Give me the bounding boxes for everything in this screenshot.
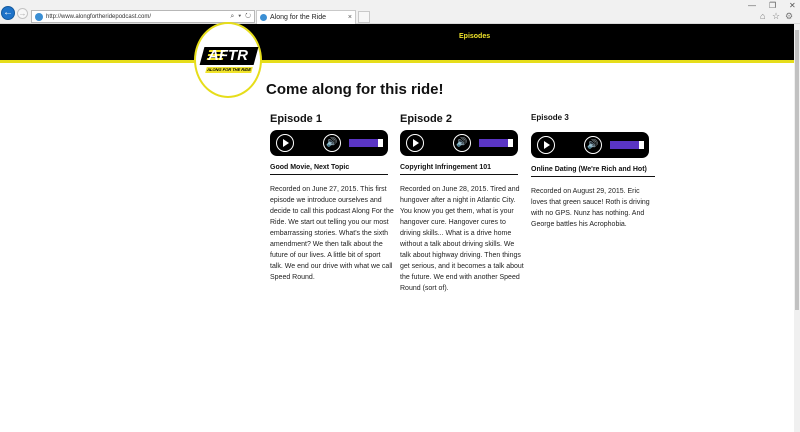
nav-link-episodes[interactable]: Episodes [459,33,490,40]
site-header: Episodes [0,24,794,63]
episode-title: Episode 3 [531,113,569,122]
volume-level [479,139,508,147]
page-title: Come along for this ride! [266,81,444,98]
audio-player: 🔊 [400,130,518,156]
volume-level [610,141,639,149]
site-logo[interactable]: AFTR ALONG FOR THE RIDE [194,22,262,98]
minimize-icon[interactable]: — [748,2,756,10]
page-scrollbar[interactable] [794,24,800,432]
volume-icon[interactable]: 🔊 [323,134,341,152]
volume-icon[interactable]: 🔊 [453,134,471,152]
settings-gear-icon[interactable]: ⚙ [785,11,793,21]
logo-text: AFTR [208,47,248,64]
episode-card: Episode 2 🔊 Copyright Infringement 101 R… [400,110,528,294]
tab-title: Along for the Ride [270,14,327,21]
episode-title: Episode 2 [400,113,452,125]
episode-card: Episode 1 🔊 Good Movie, Next Topic Recor… [270,110,398,283]
volume-level [349,139,378,147]
episode-subtitle: Copyright Infringement 101 [400,164,518,175]
home-icon[interactable]: ⌂ [760,11,765,21]
volume-icon[interactable]: 🔊 [584,136,602,154]
episode-title: Episode 1 [270,113,322,125]
restore-icon[interactable]: ❐ [769,2,776,10]
new-tab-button[interactable] [358,11,370,23]
episode-subtitle: Online Dating (We're Rich and Hot) [531,166,655,177]
volume-slider[interactable] [610,141,644,149]
volume-slider[interactable] [479,139,513,147]
episode-description: Recorded on June 28, 2015. Tired and hun… [400,186,524,292]
favorites-star-icon[interactable]: ☆ [772,11,780,21]
forward-button[interactable]: → [17,8,28,19]
close-icon[interactable]: ✕ [789,2,796,10]
tab-close-icon[interactable]: × [348,12,352,23]
scrollbar-thumb[interactable] [795,30,799,310]
address-bar[interactable]: http://www.alongfortheridepodcast.com/ ⌕… [31,10,255,23]
browser-chrome: ← → http://www.alongfortheridepodcast.co… [0,0,800,24]
back-button[interactable]: ← [1,6,15,20]
address-url[interactable]: http://www.alongfortheridepodcast.com/ [46,12,151,22]
tab-favicon-icon [260,14,267,21]
play-icon[interactable] [276,134,294,152]
audio-player: 🔊 [270,130,388,156]
address-tools-icon[interactable]: ⌕ ▾ ↻ [230,11,252,22]
logo-subtitle: ALONG FOR THE RIDE [205,67,253,73]
browser-tab[interactable]: Along for the Ride × [256,10,356,24]
episode-subtitle: Good Movie, Next Topic [270,164,388,175]
episode-card: Episode 3 🔊 Online Dating (We're Rich an… [531,110,659,230]
audio-player: 🔊 [531,132,649,158]
episode-description: Recorded on August 29, 2015. Eric loves … [531,188,650,228]
play-icon[interactable] [537,136,555,154]
episode-description: Recorded on June 27, 2015. This first ep… [270,186,394,281]
play-icon[interactable] [406,134,424,152]
volume-slider[interactable] [349,139,383,147]
page-favicon-icon [35,13,43,21]
